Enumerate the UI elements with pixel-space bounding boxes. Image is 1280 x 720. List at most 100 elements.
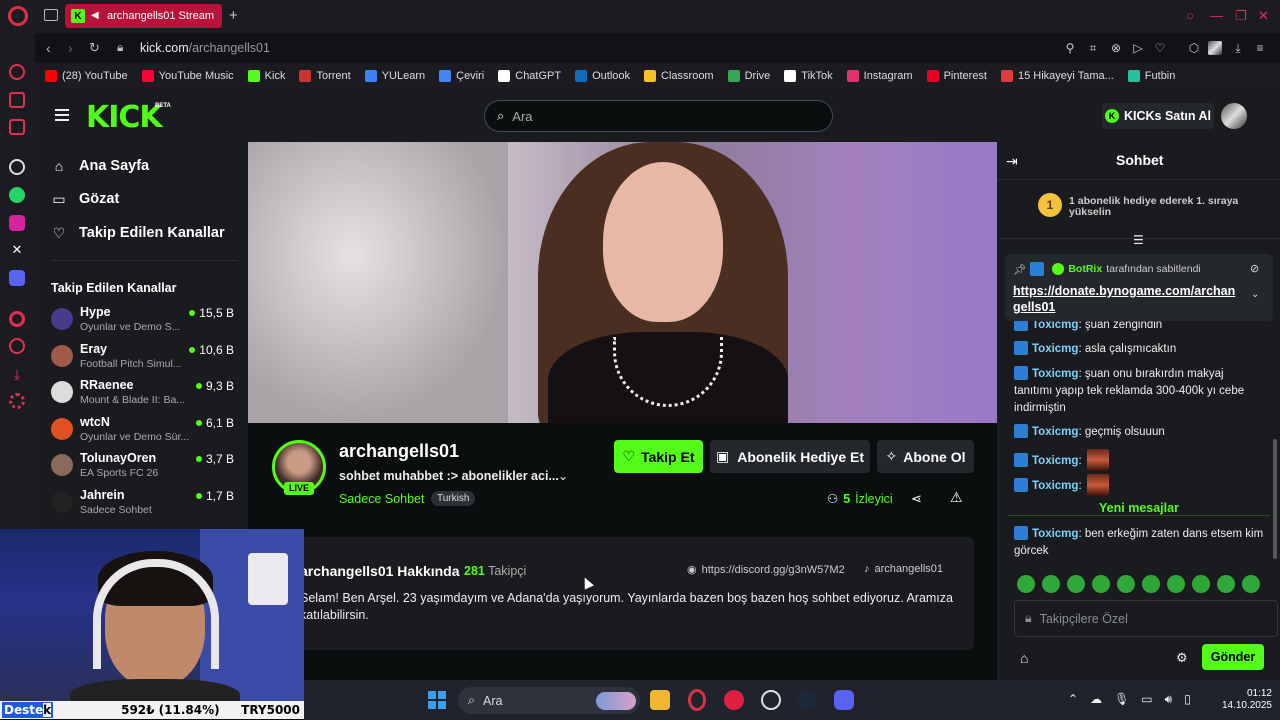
quick-emote-icon[interactable] (1017, 575, 1035, 593)
bookmark-item[interactable]: (28) YouTube (45, 70, 128, 82)
tiktok-link[interactable]: ♪ archangells01 (864, 563, 943, 575)
taskbar-search[interactable]: ⌕ Ara (458, 687, 640, 714)
bookmark-item[interactable]: Torrent (299, 70, 351, 82)
share-icon[interactable]: ⋖ (911, 491, 922, 507)
followed-channel-item[interactable]: wtcN Oyunlar ve Demo Sür... 6,1 B (51, 415, 236, 449)
network-icon[interactable]: ▭ (1141, 692, 1152, 707)
bookmark-item[interactable]: Outlook (575, 70, 630, 82)
video-player[interactable] (248, 142, 997, 423)
sidebar-settings-icon[interactable] (9, 393, 25, 409)
bookmark-item[interactable]: ChatGPT (498, 70, 561, 82)
adblock-icon[interactable]: ⊗ (1109, 41, 1123, 55)
discord-link[interactable]: ◉ https://discord.gg/g3nW57M2 (687, 563, 845, 577)
downloads-icon[interactable]: ⤓ (1231, 41, 1245, 55)
microphone-icon[interactable]: 🎙︎ (1114, 692, 1129, 707)
chevron-down-icon[interactable]: ⌄ (1251, 289, 1259, 300)
back-button[interactable]: ‹ (46, 40, 51, 56)
user-avatar[interactable] (1221, 103, 1247, 129)
bookmark-item[interactable]: Çeviri (439, 70, 484, 82)
emote-image[interactable] (1086, 474, 1109, 496)
sidebar-whatsapp-icon[interactable] (9, 187, 25, 203)
chat-scrollbar[interactable] (1273, 439, 1277, 559)
chat-input[interactable]: 🔒︎ Takipçilere Özel (1014, 600, 1278, 637)
bookmark-item[interactable]: Pinterest (926, 70, 987, 82)
steam-icon[interactable] (797, 690, 817, 710)
speaker-icon[interactable]: ◀ (91, 11, 101, 21)
filter-icon[interactable]: ☰ (1133, 233, 1144, 247)
screenshot-icon[interactable]: ⌗ (1086, 41, 1100, 55)
follow-button[interactable]: ♡ Takip Et (614, 440, 703, 473)
sidebar-history-icon[interactable] (9, 338, 25, 354)
chevron-down-icon[interactable]: ⌄ (558, 469, 568, 483)
close-button[interactable]: ✕ (1258, 8, 1269, 24)
heart-icon[interactable]: ♡ (1153, 41, 1167, 55)
pin-icon[interactable]: ⚲ (1063, 41, 1077, 55)
quick-emote-icon[interactable] (1092, 575, 1110, 593)
language-tag[interactable]: Turkish (431, 491, 476, 506)
nav-following[interactable]: ♡ Takip Edilen Kanallar (51, 225, 225, 241)
sidebar-aria-icon[interactable] (9, 64, 25, 80)
bookmark-item[interactable]: 15 Hikayeyi Tama... (1001, 70, 1114, 82)
opera-logo-icon[interactable] (8, 6, 28, 26)
hamburger-menu-icon[interactable] (55, 109, 69, 121)
bookmark-item[interactable]: Kick (247, 70, 285, 82)
sidebar-music-icon[interactable] (9, 311, 25, 327)
nav-home[interactable]: ⌂ Ana Sayfa (51, 158, 149, 174)
kick-logo[interactable]: KICK (86, 100, 163, 135)
chat-username[interactable]: Toxicmg (1032, 343, 1078, 355)
sidebar-instagram-icon[interactable] (9, 215, 25, 231)
taskbar-clock[interactable]: 01:12 14.10.2025 (1212, 688, 1272, 712)
extensions-icon[interactable]: ⬡ (1187, 41, 1201, 55)
onedrive-icon[interactable]: ☁ (1090, 692, 1102, 707)
quick-emote-icon[interactable] (1242, 575, 1260, 593)
chat-username[interactable]: Toxicmg (1032, 426, 1078, 438)
emote-image[interactable] (1086, 449, 1109, 471)
gift-subscription-button[interactable]: ▣ Abonelik Hediye Et (710, 440, 870, 473)
bookmark-item[interactable]: TikTok (784, 70, 833, 82)
windows-start-icon[interactable] (428, 691, 446, 709)
quick-emote-icon[interactable] (1117, 575, 1135, 593)
volume-icon[interactable]: 🔊︎ (1165, 692, 1173, 707)
followed-channel-item[interactable]: Hype Oyunlar ve Demo S... 15,5 B (51, 305, 236, 339)
search-bar[interactable]: ⌕ Ara (484, 100, 833, 132)
forward-button[interactable]: › (68, 40, 73, 56)
file-explorer-icon[interactable] (650, 690, 670, 710)
report-icon[interactable]: ⚠ (950, 489, 963, 506)
discord-icon[interactable] (834, 690, 854, 710)
new-tab-button[interactable]: + (229, 7, 238, 24)
pinned-link[interactable]: https://donate.bynogame.com/archangells0… (1013, 283, 1238, 315)
obs-icon[interactable] (761, 690, 781, 710)
chat-username[interactable]: Toxicmg (1032, 455, 1078, 467)
bookmark-item[interactable]: Drive (727, 70, 770, 82)
url-text[interactable]: kick.com/archangells01 (140, 41, 270, 55)
buy-kicks-button[interactable]: K KICKs Satın Al (1102, 103, 1214, 129)
search-tabs-icon[interactable]: ○ (1186, 8, 1194, 23)
player-icon[interactable]: ▷ (1131, 41, 1145, 55)
sidebar-download-icon[interactable]: ⤓ (9, 366, 25, 382)
sidebar-workspace-icon[interactable] (9, 92, 25, 108)
reload-button[interactable]: ↻ (89, 40, 100, 56)
quick-emote-icon[interactable] (1142, 575, 1160, 593)
profile-avatar[interactable] (1208, 41, 1222, 55)
browser-tab-active[interactable]: K ◀ archangells01 Stream (65, 4, 222, 28)
quick-emote-icon[interactable] (1217, 575, 1235, 593)
gift-leaderboard-prompt[interactable]: 1 abonelik hediye ederek 1. sıraya yükse… (1069, 196, 1239, 218)
chat-username[interactable]: Toxicmg (1032, 368, 1078, 380)
followed-channel-item[interactable]: RRaenee Mount & Blade II: Ba... 9,3 B (51, 378, 236, 412)
sidebar-m-icon[interactable] (9, 119, 25, 135)
opera-music-icon[interactable] (724, 690, 744, 710)
chat-username[interactable]: Toxicmg (1032, 528, 1078, 540)
quick-emote-icon[interactable] (1067, 575, 1085, 593)
nav-browse[interactable]: ▭ Gözat (51, 191, 119, 207)
bookmark-item[interactable]: YULearn (364, 70, 425, 82)
sidebar-discord-icon[interactable] (9, 270, 25, 286)
chevron-up-icon[interactable]: ⌃ (1068, 692, 1078, 707)
quick-emote-icon[interactable] (1167, 575, 1185, 593)
channel-name[interactable]: archangells01 (339, 441, 459, 462)
lock-icon[interactable]: 🔒︎ (117, 40, 123, 55)
bookmark-item[interactable]: Instagram (846, 70, 913, 82)
collapse-chat-icon[interactable]: ⇥ (1006, 153, 1018, 170)
quick-emote-icon[interactable] (1192, 575, 1210, 593)
sidebar-chatgpt-icon[interactable] (9, 159, 25, 175)
minimize-button[interactable]: — (1210, 8, 1223, 23)
